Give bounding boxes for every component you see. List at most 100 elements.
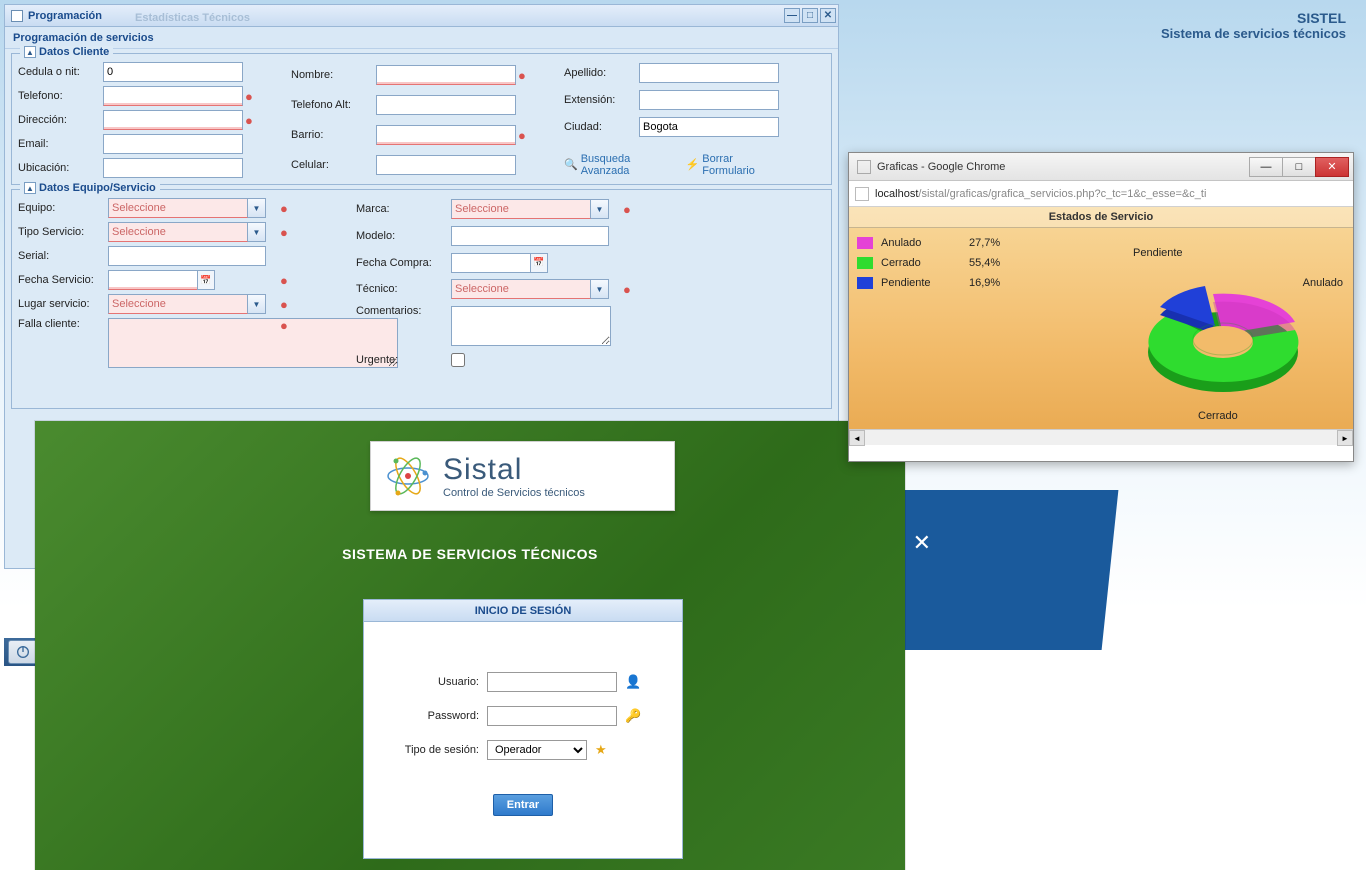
- scroll-right-icon[interactable]: ►: [1337, 430, 1353, 446]
- window-subtitle: Programación de servicios: [5, 27, 838, 49]
- legend-value: 55,4%: [969, 257, 1000, 269]
- page-icon: [857, 160, 871, 174]
- fecha-compra-input[interactable]: [451, 253, 531, 273]
- chevron-down-icon[interactable]: ▼: [248, 294, 266, 314]
- chevron-down-icon[interactable]: ▼: [591, 279, 609, 299]
- label-telalt: Telefono Alt:: [291, 99, 376, 111]
- barrio-input[interactable]: [376, 125, 516, 145]
- maximize-button[interactable]: □: [802, 8, 818, 23]
- falla-textarea[interactable]: [108, 318, 398, 368]
- tecnico-select[interactable]: [451, 279, 591, 299]
- tipo-select[interactable]: [108, 222, 248, 242]
- swatch-icon: [857, 237, 873, 249]
- chevron-down-icon[interactable]: ▼: [248, 198, 266, 218]
- fieldset-datos-equipo: ▲ Datos Equipo/Servicio Equipo: ▼ ● Tipo…: [11, 189, 832, 409]
- telefono-input[interactable]: [103, 86, 243, 106]
- chrome-window: Graficas - Google Chrome — □ ✕ localhost…: [848, 152, 1354, 462]
- label-email: Email:: [18, 138, 103, 150]
- nombre-input[interactable]: [376, 65, 516, 85]
- address-bar[interactable]: localhost/sistal/graficas/grafica_servic…: [849, 181, 1353, 207]
- ubicacion-input[interactable]: [103, 158, 243, 178]
- legend-row: Anulado 27,7%: [857, 237, 1000, 249]
- window-titlebar[interactable]: Programación Estadísticas Técnicos — □ ✕: [5, 5, 838, 27]
- chrome-title: Graficas - Google Chrome: [877, 161, 1250, 173]
- urgente-checkbox[interactable]: [451, 353, 465, 367]
- tipo-sesion-select[interactable]: Operador: [487, 740, 587, 760]
- decor-panel: ✕: [882, 490, 1119, 650]
- login-page-title: SISTEMA DE SERVICIOS TÉCNICOS: [35, 546, 905, 562]
- chrome-titlebar[interactable]: Graficas - Google Chrome — □ ✕: [849, 153, 1353, 181]
- bolt-icon: ⚡: [686, 158, 700, 171]
- legend-name: Cerrado: [881, 257, 951, 269]
- password-input[interactable]: [487, 706, 617, 726]
- fieldset-datos-cliente: ▲ Datos Cliente Cedula o nit: Telefono: …: [11, 53, 832, 185]
- label-equipo: Equipo:: [18, 202, 108, 214]
- fieldset-legend[interactable]: ▲ Datos Equipo/Servicio: [20, 182, 160, 194]
- logo-box: Sistal Control de Servicios técnicos: [370, 441, 675, 511]
- key-icon: 🔑: [625, 708, 641, 724]
- logo-text: Sistal Control de Servicios técnicos: [443, 453, 585, 499]
- fecha-servicio-input[interactable]: [108, 270, 198, 290]
- direccion-input[interactable]: [103, 110, 243, 130]
- close-button[interactable]: ✕: [820, 8, 836, 23]
- serial-input[interactable]: [108, 246, 266, 266]
- legend-row: Cerrado 55,4%: [857, 257, 1000, 269]
- page-icon: [855, 187, 869, 201]
- close-button[interactable]: ✕: [1315, 157, 1349, 177]
- cedula-input[interactable]: [103, 62, 243, 82]
- start-button[interactable]: [8, 640, 38, 664]
- label-tipo: Tipo Servicio:: [18, 226, 108, 238]
- label-celular: Celular:: [291, 159, 376, 171]
- usuario-input[interactable]: [487, 672, 617, 692]
- apellido-input[interactable]: [639, 63, 779, 83]
- minimize-button[interactable]: —: [1249, 157, 1283, 177]
- scroll-left-icon[interactable]: ◄: [849, 430, 865, 446]
- calendar-icon[interactable]: 📅: [530, 253, 548, 273]
- comentarios-textarea[interactable]: [451, 306, 611, 346]
- equipo-select[interactable]: [108, 198, 248, 218]
- extension-input[interactable]: [639, 90, 779, 110]
- legend-value: 27,7%: [969, 237, 1000, 249]
- ciudad-input[interactable]: [639, 117, 779, 137]
- ghost-tab: Estadísticas Técnicos: [135, 12, 250, 24]
- label-direccion: Dirección:: [18, 114, 103, 126]
- warn-icon: ●: [278, 201, 296, 216]
- maximize-button[interactable]: □: [1282, 157, 1316, 177]
- email-input[interactable]: [103, 134, 243, 154]
- busqueda-avanzada-link[interactable]: 🔍Busqueda Avanzada: [564, 153, 671, 177]
- label-cedula: Cedula o nit:: [18, 66, 103, 78]
- legend-row: Pendiente16,9%: [857, 277, 1000, 289]
- calendar-icon[interactable]: 📅: [197, 270, 215, 290]
- fieldset-legend[interactable]: ▲ Datos Cliente: [20, 46, 113, 58]
- tools-icon: ✕: [913, 530, 943, 560]
- chevron-down-icon[interactable]: ▼: [591, 199, 609, 219]
- lugar-select[interactable]: [108, 294, 248, 314]
- chevron-down-icon[interactable]: ▼: [248, 222, 266, 242]
- collapse-icon[interactable]: ▲: [24, 46, 36, 58]
- label-usuario: Usuario:: [384, 676, 479, 688]
- collapse-icon[interactable]: ▲: [24, 182, 36, 194]
- desktop-header: SISTEL Sistema de servicios técnicos: [1161, 10, 1346, 41]
- celular-input[interactable]: [376, 155, 516, 175]
- label-marca: Marca:: [356, 203, 451, 215]
- label-falla: Falla cliente:: [18, 318, 108, 330]
- window-icon: [11, 10, 23, 22]
- modelo-input[interactable]: [451, 226, 609, 246]
- label-lugar: Lugar servicio:: [18, 298, 108, 310]
- telalt-input[interactable]: [376, 95, 516, 115]
- marca-select[interactable]: [451, 199, 591, 219]
- horizontal-scrollbar[interactable]: ◄ ►: [849, 429, 1353, 445]
- warn-icon: ●: [243, 89, 261, 104]
- label-coment: Comentarios:: [356, 305, 451, 317]
- legend-name: Anulado: [881, 237, 951, 249]
- warn-icon: ●: [621, 202, 639, 217]
- chart-area: Estados de Servicio Anulado27,7%Cerrado5…: [849, 207, 1353, 445]
- login-overlay: Sistal Control de Servicios técnicos SIS…: [35, 421, 905, 870]
- legend-name: Pendiente: [881, 277, 951, 289]
- entrar-button[interactable]: Entrar: [493, 794, 553, 816]
- minimize-button[interactable]: —: [784, 8, 800, 23]
- label-tiposesion: Tipo de sesión:: [384, 744, 479, 756]
- borrar-formulario-link[interactable]: ⚡Borrar Formulario: [686, 153, 779, 177]
- label-fcompra: Fecha Compra:: [356, 257, 451, 269]
- chart-legend: Anulado 27,7% Cerrado 55,4% Pendiente16,9%: [857, 237, 1000, 289]
